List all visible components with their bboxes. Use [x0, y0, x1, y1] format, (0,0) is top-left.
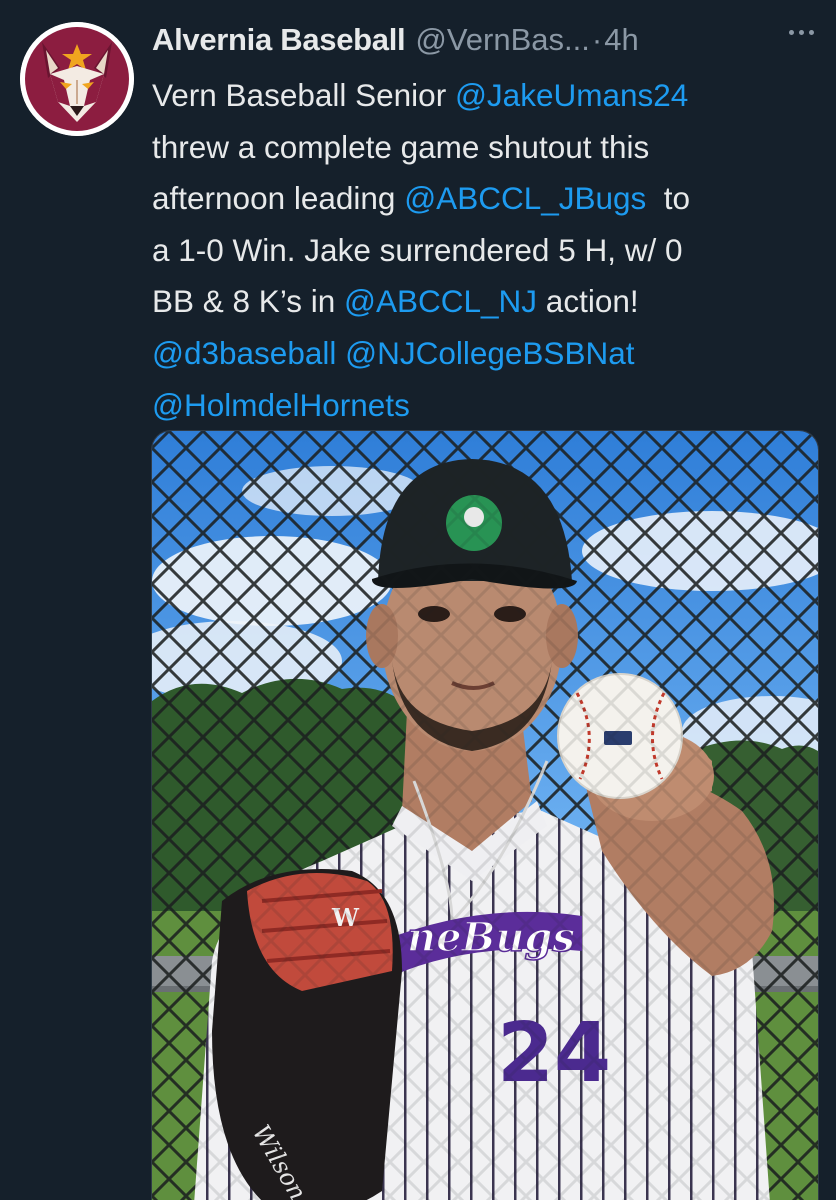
mention-link[interactable]: @d3baseball — [152, 335, 336, 371]
more-horizontal-icon[interactable] — [786, 22, 818, 42]
mention-link[interactable]: @ABCCL_NJ — [344, 283, 537, 319]
mention-link[interactable]: @NJCollegeBSBNat — [345, 335, 634, 371]
tweet-line: a 1-0 Win. Jake surrendered 5 H, w/ 0 — [152, 225, 822, 277]
text-run: action! — [537, 283, 639, 320]
text-run: BB & 8 K’s in — [152, 283, 345, 320]
tweet-line: afternoon leading @ABCCL_JBugs to — [152, 173, 822, 225]
tweet[interactable]: Alvernia Baseball @VernBas... · 4h Vern … — [0, 0, 836, 1200]
mention-link[interactable]: @JakeUmans24 — [455, 77, 688, 113]
text-run: to — [646, 180, 691, 217]
tweet-line: threw a complete game shutout this — [152, 122, 822, 174]
text-run: afternoon leading — [152, 180, 405, 217]
display-name[interactable]: Alvernia Baseball — [152, 22, 406, 58]
tweet-line: Vern Baseball Senior @JakeUmans24 — [152, 70, 822, 122]
tweet-line: @d3baseball @NJCollegeBSBNat — [152, 328, 822, 380]
tweet-photo[interactable]: neBugs 24 W Wilson — [151, 430, 819, 1200]
tweet-line: @HolmdelHornets — [152, 380, 822, 432]
timestamp[interactable]: 4h — [604, 22, 638, 58]
avatar[interactable] — [20, 22, 134, 136]
text-run: Vern Baseball Senior — [152, 77, 455, 113]
text-run: a 1-0 Win. Jake surrendered 5 H, w/ 0 — [152, 231, 683, 268]
handle[interactable]: @VernBas... — [415, 22, 590, 58]
separator-dot: · — [591, 22, 603, 57]
mention-link[interactable]: @HolmdelHornets — [152, 387, 410, 423]
wolf-logo-icon — [20, 22, 134, 136]
mention-link[interactable]: @ABCCL_JBugs — [404, 180, 646, 216]
tweet-header: Alvernia Baseball @VernBas... · 4h — [152, 18, 816, 62]
player-photo: neBugs 24 W Wilson — [152, 431, 818, 1200]
text-run: threw a complete game shutout this — [152, 128, 650, 165]
tweet-text: Vern Baseball Senior @JakeUmans24 threw … — [152, 70, 822, 431]
tweet-line: BB & 8 K’s in @ABCCL_NJ action! — [152, 276, 822, 328]
